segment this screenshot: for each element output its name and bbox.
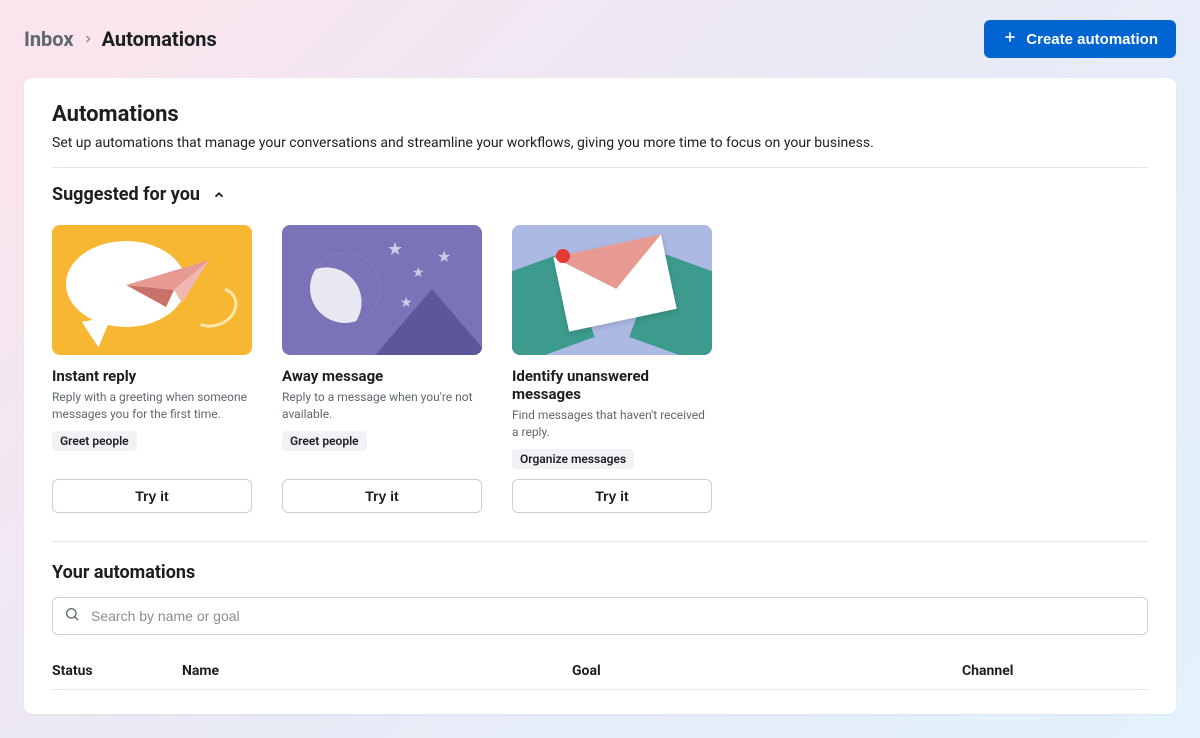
plus-icon — [1002, 29, 1018, 49]
try-it-button[interactable]: Try it — [282, 479, 482, 513]
search-row — [52, 597, 1148, 635]
suggestion-card-title: Instant reply — [52, 367, 252, 385]
breadcrumb-root[interactable]: Inbox — [24, 27, 74, 51]
try-it-button[interactable]: Try it — [52, 479, 252, 513]
suggestion-card-description: Reply with a greeting when someone messa… — [52, 389, 252, 423]
create-automation-label: Create automation — [1026, 31, 1158, 48]
automations-table-header: Status Name Goal Channel — [52, 655, 1148, 690]
top-bar: Inbox Automations Create automation — [0, 0, 1200, 78]
instant-reply-illustration — [52, 225, 252, 355]
create-automation-button[interactable]: Create automation — [984, 20, 1176, 58]
suggestion-card-description: Find messages that haven't received a re… — [512, 407, 712, 441]
suggestion-card-tag: Organize messages — [512, 449, 634, 469]
suggestion-card-title: Away message — [282, 367, 482, 385]
column-header-channel: Channel — [962, 663, 1148, 679]
page-title: Automations — [52, 102, 1148, 127]
identify-unanswered-illustration — [512, 225, 712, 355]
suggestion-card-tag: Greet people — [52, 431, 137, 451]
page-description: Set up automations that manage your conv… — [52, 135, 1148, 168]
away-message-illustration: ★ ★ ★ ★ — [282, 225, 482, 355]
suggestion-card-description: Reply to a message when you're not avail… — [282, 389, 482, 423]
suggestion-card-title: Identify unanswered messages — [512, 367, 712, 403]
suggestion-cards: Instant reply Reply with a greeting when… — [52, 225, 1148, 513]
column-header-name: Name — [182, 663, 572, 679]
search-input[interactable] — [52, 597, 1148, 635]
column-header-goal: Goal — [572, 663, 962, 679]
suggested-title: Suggested for you — [52, 184, 200, 205]
search-icon — [64, 606, 80, 626]
suggestion-card-identify-unanswered: Identify unanswered messages Find messag… — [512, 225, 712, 513]
breadcrumb-current: Automations — [102, 27, 217, 51]
suggestion-card-instant-reply: Instant reply Reply with a greeting when… — [52, 225, 252, 513]
section-divider — [52, 541, 1148, 542]
breadcrumb: Inbox Automations — [24, 27, 217, 51]
suggestion-card-away-message: ★ ★ ★ ★ Away message Reply to a message … — [282, 225, 482, 513]
column-header-status: Status — [52, 663, 182, 679]
chevron-right-icon — [82, 33, 94, 45]
main-content: Automations Set up automations that mana… — [24, 78, 1176, 714]
your-automations-title: Your automations — [52, 562, 1148, 583]
suggestion-card-tag: Greet people — [282, 431, 367, 451]
chevron-up-icon — [212, 188, 226, 202]
try-it-button[interactable]: Try it — [512, 479, 712, 513]
suggested-section-header[interactable]: Suggested for you — [52, 184, 1148, 205]
